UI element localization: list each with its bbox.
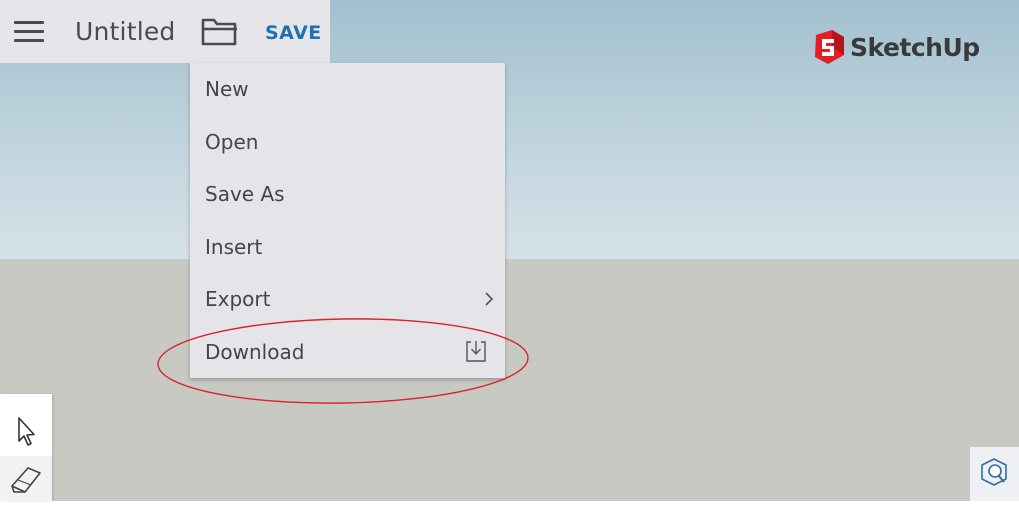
tool-panel bbox=[0, 394, 52, 501]
top-toolbar: Untitled SAVE bbox=[0, 0, 330, 63]
menu-item-label: Open bbox=[205, 130, 259, 154]
select-tool-button[interactable] bbox=[0, 394, 52, 456]
file-menu-dropdown: New Open Save As Insert Export Download bbox=[190, 63, 505, 378]
search-cube-icon bbox=[981, 458, 1007, 486]
save-button[interactable]: SAVE bbox=[265, 22, 322, 44]
sketchup-logo-icon bbox=[815, 30, 844, 64]
menu-item-insert[interactable]: Insert bbox=[190, 221, 505, 273]
menu-item-label: Export bbox=[205, 287, 271, 311]
ground-plane bbox=[0, 259, 1019, 501]
document-title[interactable]: Untitled bbox=[75, 17, 176, 46]
hamburger-menu-icon[interactable] bbox=[14, 21, 44, 43]
menu-item-label: Save As bbox=[205, 182, 285, 206]
menu-item-open[interactable]: Open bbox=[190, 116, 505, 168]
cursor-arrow-icon bbox=[18, 417, 35, 446]
menu-item-save-as[interactable]: Save As bbox=[190, 168, 505, 220]
menu-item-label: Insert bbox=[205, 235, 263, 259]
menu-item-export[interactable]: Export bbox=[190, 273, 505, 325]
sketchup-logo: SketchUp bbox=[812, 27, 980, 67]
menu-item-label: Download bbox=[205, 340, 305, 364]
eraser-icon bbox=[11, 467, 41, 493]
logo-text: SketchUp bbox=[850, 32, 980, 62]
menu-item-download[interactable]: Download bbox=[190, 326, 505, 378]
3d-viewport[interactable] bbox=[0, 0, 1019, 501]
search-cube-button[interactable] bbox=[970, 447, 1019, 501]
menu-item-label: New bbox=[205, 77, 249, 101]
eraser-tool-button[interactable] bbox=[0, 456, 52, 501]
download-icon bbox=[466, 341, 486, 362]
folder-open-icon[interactable] bbox=[200, 16, 240, 48]
chevron-right-icon bbox=[485, 292, 494, 306]
menu-item-new[interactable]: New bbox=[190, 63, 505, 115]
